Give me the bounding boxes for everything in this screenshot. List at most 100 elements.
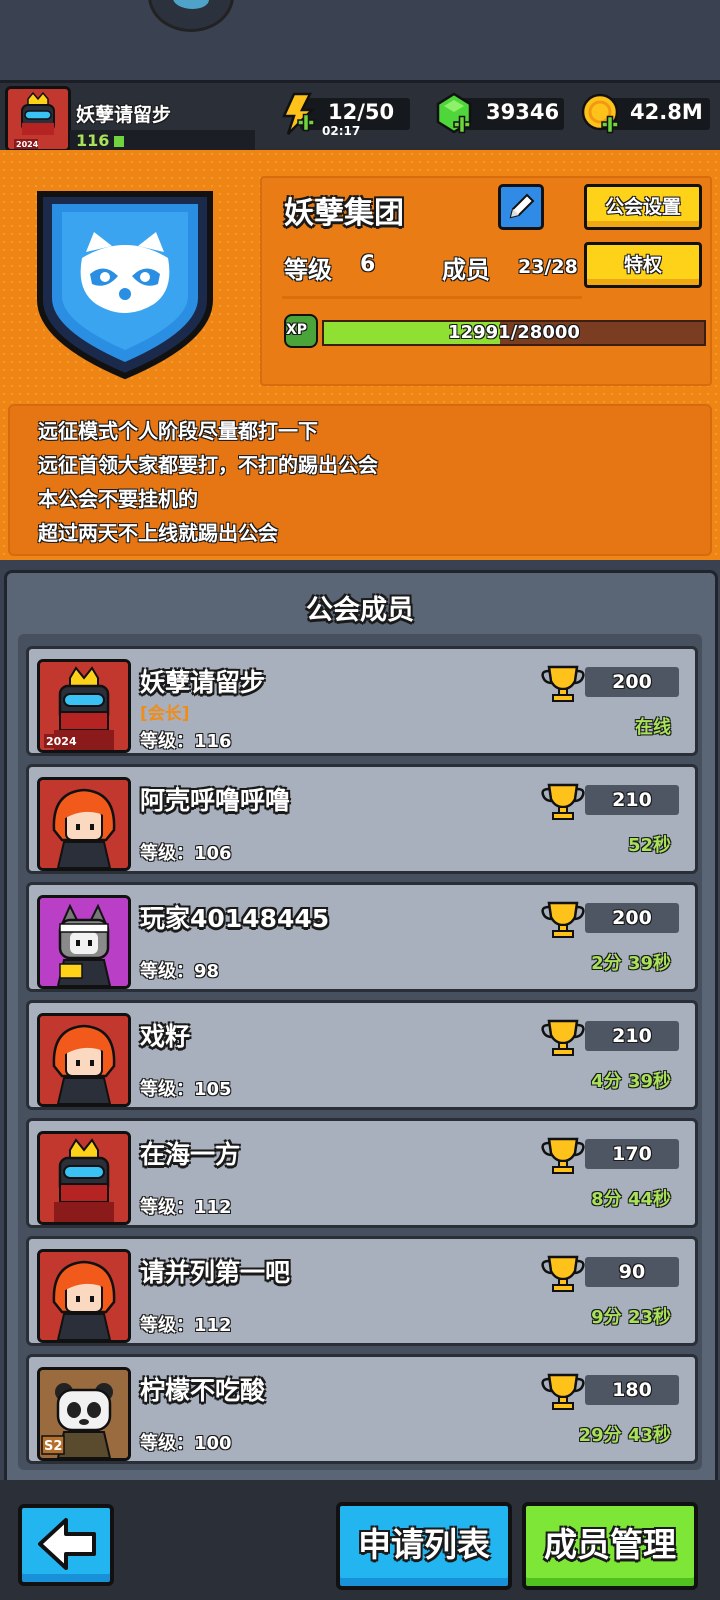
member-level: 等级：105 [140,1075,232,1101]
member-score: 180 [585,1375,679,1405]
member-level-prefix: 等级： [140,961,194,982]
svg-text:2024: 2024 [46,735,77,748]
member-level: 等级：106 [140,839,232,865]
guild-name: 妖孽集团 [284,196,404,231]
energy-value: 12/50 [328,100,395,124]
xp-progress-value: 12991/28000 [448,322,580,343]
back-button[interactable] [18,1504,114,1586]
member-level-prefix: 等级： [140,843,194,864]
player-name: 妖孽请留步 [76,104,172,126]
xp-label: XP [286,322,308,338]
member-level: 等级：112 [140,1311,232,1337]
guild-emblem-raccoon-icon [37,191,213,380]
member-level: 等级：116 [140,727,232,753]
member-level-prefix: 等级： [140,1079,194,1100]
member-avatar[interactable]: 2024 [37,659,131,753]
gem-icon[interactable] [434,92,474,136]
member-row[interactable]: 请并列第一吧 等级：112 90 9分 23秒 [26,1236,698,1346]
gems-value: 39346 [486,100,560,124]
member-avatar[interactable] [37,1249,131,1343]
top-band [0,0,720,80]
member-level: 等级：98 [140,957,219,983]
gold-value: 42.8M [630,100,703,124]
member-name: 阿壳呼噜呼噜 [140,786,291,815]
guild-members-value: 23/28 [518,256,578,278]
member-status: 9分 23秒 [591,1307,671,1328]
member-name: 柠檬不吃酸 [140,1376,266,1405]
member-status: 2分 39秒 [591,953,671,974]
member-level-value: 116 [194,731,232,752]
member-role: [会长] [140,704,190,724]
member-row[interactable]: 阿壳呼噜呼噜 等级：106 210 52秒 [26,764,698,874]
player-avatar[interactable]: 2024 [5,86,71,152]
member-name: 戏籽 [140,1022,191,1051]
member-level: 等级：100 [140,1429,232,1455]
player-level: 116 [76,131,110,150]
svg-text:2024: 2024 [16,140,39,149]
trophy-icon [541,665,585,702]
members-title: 公会成员 [306,595,414,626]
member-status: 8分 44秒 [591,1189,671,1210]
member-name: 玩家40148445 [140,904,330,933]
member-avatar[interactable] [37,1013,131,1107]
member-level-prefix: 等级： [140,1197,194,1218]
member-score: 200 [585,667,679,697]
notice-line: 超过两天不上线就踢出公会 [38,521,278,545]
member-row[interactable]: 戏籽等级：105 210 4分 39秒 [26,1000,698,1110]
member-score: 210 [585,1021,679,1051]
trophy-icon [541,783,585,820]
member-level: 等级：112 [140,1193,232,1219]
edit-guild-name-button[interactable] [498,184,544,230]
trophy-icon [541,1137,585,1174]
energy-timer: 02:17 [322,124,361,138]
member-name: 在海一方 [140,1140,241,1169]
svg-text:S2: S2 [44,1439,62,1454]
member-level-prefix: 等级： [140,731,194,752]
divider [282,296,582,299]
player-xp-fill [114,136,124,147]
member-row[interactable]: 在海一方等级：112 170 8分 44秒 [26,1118,698,1228]
member-avatar[interactable]: S2 [37,1367,131,1461]
guild-level-value: 6 [360,252,376,277]
member-avatar[interactable] [37,1131,131,1225]
guild-settings-button[interactable]: 公会设置 [584,184,702,230]
member-status: 4分 39秒 [591,1071,671,1092]
privilege-button[interactable]: 特权 [584,242,702,288]
member-row[interactable]: S2 柠檬不吃酸等级：100 180 29分 43秒 [26,1354,698,1464]
trophy-icon [541,1255,585,1292]
member-status: 29分 43秒 [578,1425,671,1446]
guild-members-label: 成员 [442,256,490,284]
member-row[interactable]: 2024 妖孽请留步 [会长] 等级：116 200 在线 [26,646,698,756]
trophy-icon [541,1373,585,1410]
notice-line: 远征首领大家都要打，不打的踢出公会 [38,453,378,477]
gold-coin-icon[interactable] [580,92,622,136]
trophy-icon [541,901,585,938]
member-level-prefix: 等级： [140,1433,194,1454]
member-row[interactable]: 玩家40148445 等级：98 200 2分 39秒 [26,882,698,992]
member-score: 200 [585,903,679,933]
member-score: 210 [585,785,679,815]
arrow-left-icon [38,1518,96,1570]
member-level-value: 98 [194,961,220,982]
member-level-value: 105 [194,1079,232,1100]
member-avatar[interactable] [37,777,131,871]
member-status: 52秒 [627,835,671,856]
guild-level-label: 等级 [284,256,332,284]
energy-icon[interactable] [280,92,316,136]
member-avatar[interactable] [37,895,131,989]
member-name: 请并列第一吧 [140,1258,291,1287]
member-level-value: 106 [194,843,232,864]
apply-list-button[interactable]: 申请列表 [336,1502,512,1590]
member-score: 90 [585,1257,679,1287]
member-status: 在线 [635,717,671,738]
notice-line: 远征模式个人阶段尽量都打一下 [38,419,318,443]
member-name: 妖孽请留步 [140,668,266,697]
member-level-value: 112 [194,1197,232,1218]
pencil-icon [509,193,535,219]
notice-line: 本公会不要挂机的 [38,487,198,511]
member-manage-button[interactable]: 成员管理 [522,1502,698,1590]
member-level-value: 100 [194,1433,232,1454]
trophy-icon [541,1019,585,1056]
guild-notice[interactable]: 远征模式个人阶段尽量都打一下 远征首领大家都要打，不打的踢出公会 本公会不要挂机… [8,404,712,556]
member-score: 170 [585,1139,679,1169]
